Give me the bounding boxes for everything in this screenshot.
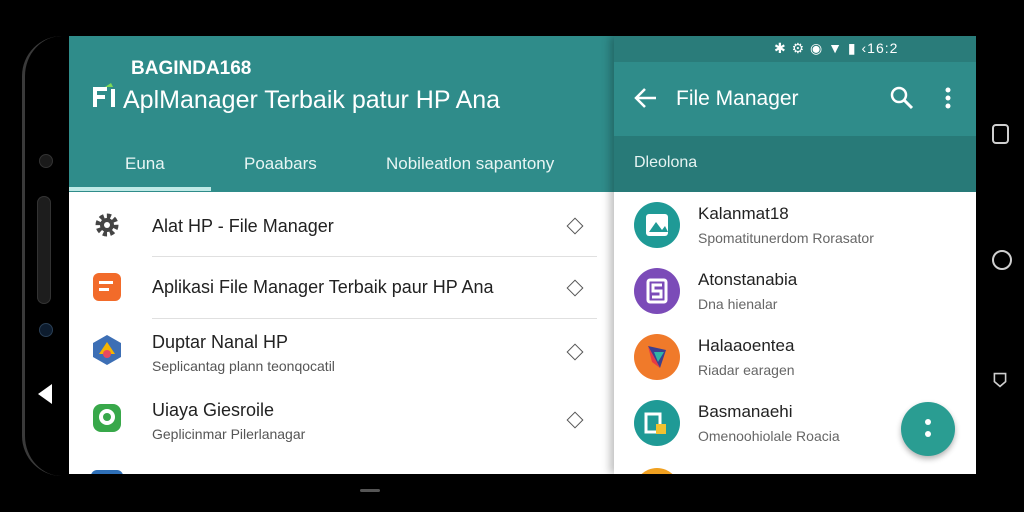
list-item[interactable]: Aplikasi File Manager Terbaik paur HP An… [69,256,614,318]
list-item-title: Alat HP - File Manager [152,216,334,236]
speaker-grille [37,196,51,304]
front-camera [39,154,53,168]
tab-bar: Euna Poaabars Nobileatlon sapantony [69,136,614,192]
chat-app-icon [93,404,121,432]
list-item-subtitle: Spomatitunerdom Rorasator [698,230,874,246]
right-app-pane: ✱ ⚙ ◉ ▼ ▮ ‹16:2 File Manager Dleolona Ka… [614,36,976,474]
list-item[interactable]: Halaaoentea Riadar earagen [614,326,976,392]
status-bar: ✱ ⚙ ◉ ▼ ▮ ‹16:2 [614,36,976,62]
image-app-icon [634,202,680,248]
home-icon[interactable] [992,250,1012,270]
list-item-title: Atonstanabia [698,270,798,289]
left-header: BAGINDA168 AplManager Terbaik patur HP A… [69,36,614,192]
list-item[interactable] [69,458,614,474]
chevron-icon[interactable] [566,343,584,361]
fab-dot [925,431,931,437]
recents-icon[interactable] [992,124,1009,144]
brand-name: BAGINDA168 [131,58,252,79]
front-sensor [39,323,53,337]
partial-app-icon [634,468,680,474]
list-item-title: Basmanaehi [698,402,793,421]
app-bar-title: File Manager [676,87,799,110]
orange-app-icon [93,273,121,301]
page-title: AplManager Terbaik patur HP Ana [123,86,501,114]
list-item[interactable]: Atonstanabia Dna hienalar [614,260,976,326]
list-item-subtitle: Omenoohiolale Roacia [698,428,840,444]
chevron-icon[interactable] [566,411,584,429]
bottom-notch [360,489,380,492]
tab-euna[interactable]: Euna [125,154,165,174]
list-item-subtitle: Dna hienalar [698,296,778,312]
hexagon-app-icon [93,335,121,365]
list-item-subtitle: Riadar earagen [698,362,795,378]
floating-action-button[interactable] [901,402,955,456]
tab-nobileatlon[interactable]: Nobileatlon sapantony [386,154,554,174]
nav-back-icon[interactable] [38,384,52,404]
kite-app-icon [634,334,680,380]
folder-app-icon [634,400,680,446]
list-item-title: Kalanmat18 [698,204,789,223]
system-nav-bar [988,120,1012,400]
list-item[interactable]: Duptar Nanal HP Seplicantag plann teonqo… [69,320,614,382]
active-tab-indicator [69,187,211,191]
shield-icon[interactable] [992,372,1008,388]
list-item-title: Duptar Nanal HP [152,332,289,352]
search-icon[interactable] [890,86,914,110]
fab-dot [925,419,931,425]
list-item-title: Aplikasi File Manager Terbaik paur HP An… [152,277,494,297]
section-label: Dleolona [634,154,698,171]
list-item[interactable]: Uiaya Giesroile Geplicinmar Pilerlanagar [69,388,614,450]
app-bar: File Manager [614,62,976,136]
section-header: Dleolona [614,136,976,192]
divider [152,318,597,319]
list-item[interactable]: Kalanmat18 Spomatitunerdom Rorasator [614,194,976,260]
chevron-icon[interactable] [566,279,584,297]
partial-app-icon [91,470,123,474]
back-arrow-icon[interactable] [634,87,658,109]
list-item-subtitle: Seplicantag plann teonqocatil [152,358,335,374]
list-item-title: Halaaoentea [698,336,795,355]
app-logo-icon [93,83,115,107]
list-item[interactable]: Alat HP - File Manager [69,194,614,256]
chevron-icon[interactable] [566,217,584,235]
list-item-subtitle: Geplicinmar Pilerlanagar [152,426,306,442]
gear-icon [95,213,119,237]
more-vert-icon[interactable] [944,86,952,110]
status-icons: ✱ ⚙ ◉ ▼ ▮ ‹16:2 [774,40,899,56]
tab-poaabars[interactable]: Poaabars [244,154,317,174]
list-item-title: Uiaya Giesroile [152,400,275,420]
s-app-icon [634,268,680,314]
left-app-pane: BAGINDA168 AplManager Terbaik patur HP A… [69,36,614,474]
